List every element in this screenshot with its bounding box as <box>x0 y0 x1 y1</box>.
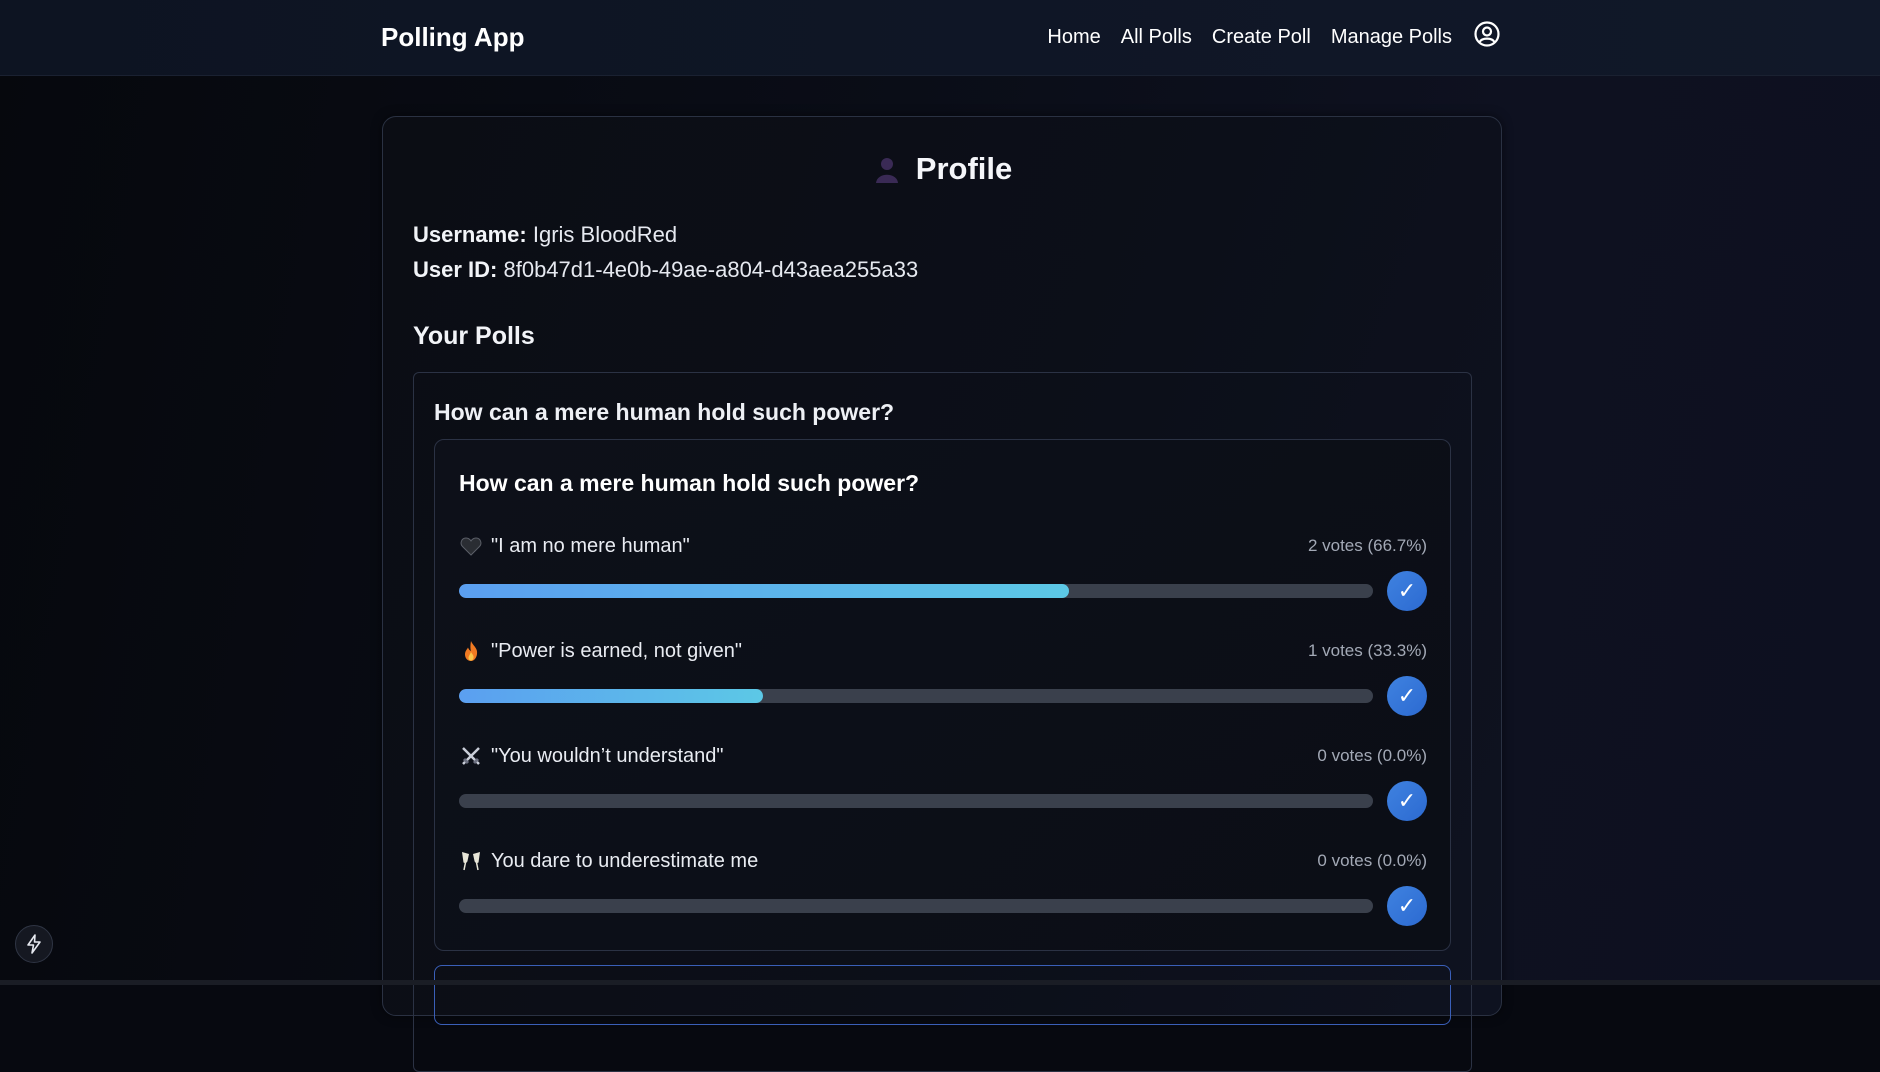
poll-option: "You wouldn’t understand" 0 votes (0.0%)… <box>459 744 1427 824</box>
option-label-row: "I am no mere human" <box>459 534 690 558</box>
option-text: You dare to underestimate me <box>491 849 759 872</box>
progress-fill <box>459 584 1069 598</box>
poll-option: "Power is earned, not given" 1 votes (33… <box>459 639 1427 719</box>
black-heart-icon <box>459 534 483 558</box>
profile-card: Profile Username: Igris BloodRed User ID… <box>382 116 1502 1072</box>
option-text: "You wouldn’t understand" <box>491 744 724 767</box>
next-poll-card <box>434 965 1451 1025</box>
your-polls-heading: Your Polls <box>413 322 535 350</box>
progress-track <box>459 899 1373 913</box>
poll-option: You dare to underestimate me 0 votes (0.… <box>459 849 1427 929</box>
option-votes: 0 votes (0.0%) <box>1317 851 1427 870</box>
username-value: Igris BloodRed <box>532 222 678 247</box>
page-title: Profile <box>915 151 1013 186</box>
nav-home[interactable]: Home <box>1047 26 1100 49</box>
dev-tools-button[interactable] <box>15 925 53 963</box>
profile-heading: Profile <box>383 151 1501 187</box>
person-silhouette-icon <box>872 154 902 184</box>
user-circle-icon[interactable] <box>1473 20 1501 48</box>
poll-question: How can a mere human hold such power? <box>459 470 920 496</box>
user-id-value: 8f0b47d1-4e0b-49ae-a804-d43aea255a33 <box>503 257 919 282</box>
username-label: Username: <box>413 222 527 247</box>
option-votes: 0 votes (0.0%) <box>1317 746 1427 765</box>
poll-outer-title: How can a mere human hold such power? <box>434 399 895 425</box>
option-text: "I am no mere human" <box>491 534 690 557</box>
option-label-row: "You wouldn’t understand" <box>459 744 724 768</box>
navbar: Polling App Home All Polls Create Poll M… <box>0 0 1880 76</box>
lightning-bolt-icon <box>27 934 41 954</box>
crossed-swords-icon <box>459 744 483 768</box>
nav-create-poll[interactable]: Create Poll <box>1212 26 1311 49</box>
vote-button[interactable]: ✓ <box>1387 676 1427 716</box>
clinking-glasses-icon <box>459 849 483 873</box>
vote-button[interactable]: ✓ <box>1387 571 1427 611</box>
progress-track <box>459 689 1373 703</box>
option-label-row: "Power is earned, not given" <box>459 639 742 663</box>
bottom-divider <box>0 980 1880 985</box>
progress-track <box>459 794 1373 808</box>
brand-title[interactable]: Polling App <box>381 22 524 53</box>
poll-option: "I am no mere human" 2 votes (66.7%) ✓ <box>459 534 1427 614</box>
option-text: "Power is earned, not given" <box>491 639 743 662</box>
nav-all-polls[interactable]: All Polls <box>1121 26 1192 49</box>
option-label-row: You dare to underestimate me <box>459 849 758 873</box>
username-line: Username: Igris BloodRed <box>413 222 677 248</box>
user-id-line: User ID: 8f0b47d1-4e0b-49ae-a804-d43aea2… <box>413 257 918 283</box>
vote-button[interactable]: ✓ <box>1387 781 1427 821</box>
option-votes: 1 votes (33.3%) <box>1307 641 1427 660</box>
option-votes: 2 votes (66.7%) <box>1307 536 1427 555</box>
progress-track <box>459 584 1373 598</box>
poll-card: How can a mere human hold such power? "I… <box>434 439 1451 951</box>
nav-manage-polls[interactable]: Manage Polls <box>1331 26 1452 49</box>
fire-icon <box>459 639 483 663</box>
vote-button[interactable]: ✓ <box>1387 886 1427 926</box>
progress-fill <box>459 689 764 703</box>
user-id-label: User ID: <box>413 257 498 282</box>
poll-container: How can a mere human hold such power? Ho… <box>413 372 1472 1072</box>
nav-links: Home All Polls Create Poll Manage Polls <box>1047 26 1452 49</box>
